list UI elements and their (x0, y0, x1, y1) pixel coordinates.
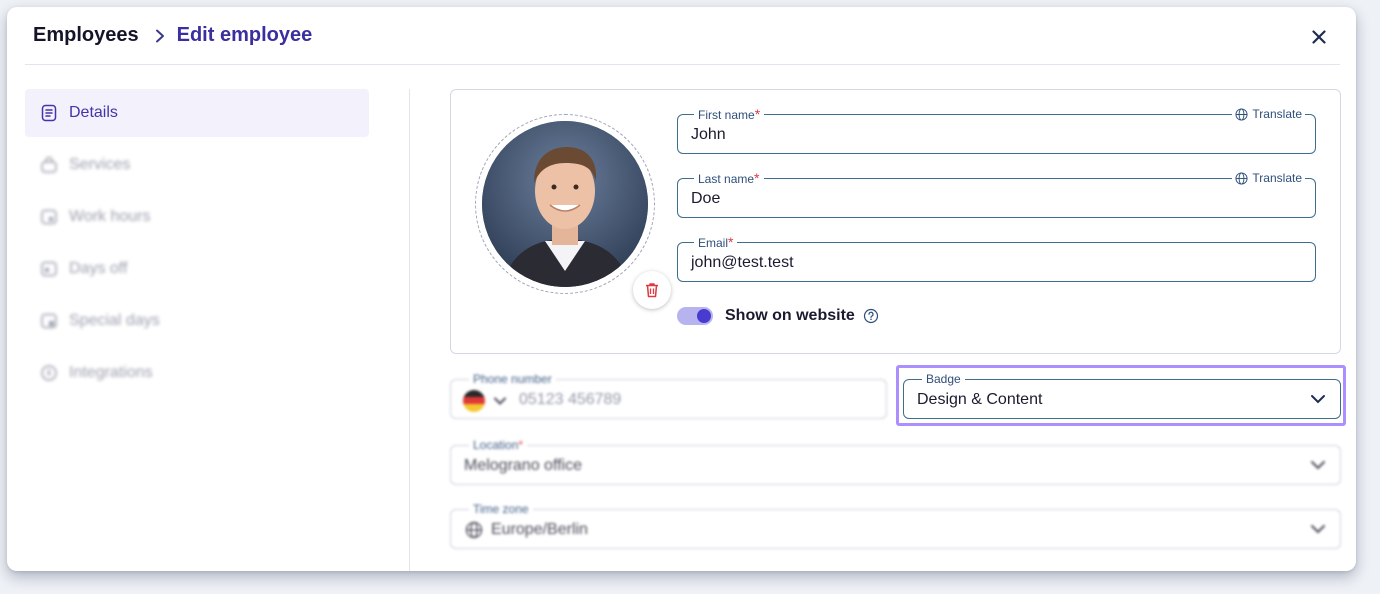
close-icon (1312, 30, 1326, 44)
trash-icon (646, 283, 658, 298)
globe-icon (1235, 107, 1248, 121)
chevron-down-icon (494, 397, 506, 405)
chevron-down-icon (1311, 525, 1325, 534)
sidebar-item-services[interactable]: Services (25, 141, 369, 189)
sidebar-item-days-off[interactable]: Days off (25, 245, 369, 293)
help-icon[interactable] (863, 308, 879, 324)
sidebar-item-label: Integrations (69, 364, 153, 381)
show-on-website-row: Show on website (677, 307, 879, 325)
dialog-header: Employees Edit employee (25, 7, 1340, 65)
email-input[interactable]: john@test.test (691, 254, 794, 272)
sidebar-item-details[interactable]: Details (25, 89, 369, 137)
sidebar: Details Services Work hours Days off Spe… (25, 89, 369, 401)
avatar (482, 121, 648, 287)
sidebar-item-label: Services (69, 156, 131, 173)
breadcrumb-employees[interactable]: Employees (33, 24, 139, 47)
phone-number-label: Phone number (469, 371, 556, 387)
sidebar-divider (409, 89, 410, 571)
last-name-input[interactable]: Doe (691, 190, 720, 208)
globe-icon (465, 521, 483, 539)
breadcrumb-edit-employee: Edit employee (176, 24, 313, 46)
germany-flag-icon (463, 390, 485, 412)
first-name-field[interactable]: First name* Translate John (677, 106, 1316, 154)
document-icon (39, 103, 59, 123)
sidebar-item-label: Special days (69, 312, 160, 329)
country-selector[interactable] (463, 390, 507, 412)
badge-value: Design & Content (917, 391, 1043, 408)
translate-first-name-button[interactable]: Translate (1232, 106, 1305, 122)
translate-label: Translate (1252, 171, 1302, 185)
time-zone-select[interactable]: Time zone Europe/Berlin (450, 501, 1341, 549)
first-name-label: First name (698, 108, 755, 122)
sidebar-item-integrations[interactable]: Integrations (25, 349, 369, 397)
time-zone-value: Europe/Berlin (491, 521, 588, 538)
sidebar-item-work-hours[interactable]: Work hours (25, 193, 369, 241)
sidebar-item-label: Work hours (69, 208, 151, 225)
sidebar-item-label: Days off (69, 260, 128, 277)
time-zone-label: Time zone (469, 501, 533, 517)
phone-number-input[interactable]: 05123 456789 (519, 391, 621, 409)
calendar-icon (39, 259, 59, 279)
location-select[interactable]: Location* Melograno office (450, 437, 1341, 485)
last-name-label: Last name (698, 172, 755, 186)
chevron-down-icon (1311, 395, 1325, 404)
last-name-field[interactable]: Last name* Translate Doe (677, 170, 1316, 218)
plug-icon (39, 363, 59, 383)
close-button[interactable] (1308, 26, 1330, 48)
calendar-icon (39, 311, 59, 331)
email-field[interactable]: Email* john@test.test (677, 234, 1316, 282)
avatar-upload[interactable] (475, 114, 671, 309)
edit-employee-dialog: Employees Edit employee Details Services (7, 7, 1356, 571)
chevron-down-icon (1311, 461, 1325, 470)
show-on-website-toggle[interactable] (677, 307, 713, 325)
sidebar-item-label: Details (69, 104, 118, 121)
badge-label: Badge (922, 371, 965, 387)
location-value: Melograno office (464, 457, 582, 474)
profile-card: First name* Translate John Last name* Tr… (450, 89, 1341, 354)
translate-label: Translate (1252, 107, 1302, 121)
phone-number-field[interactable]: Phone number 05123 456789 (450, 371, 887, 419)
globe-icon (1235, 171, 1248, 185)
translate-last-name-button[interactable]: Translate (1232, 170, 1305, 186)
show-on-website-label: Show on website (725, 307, 855, 324)
email-label: Email (698, 236, 729, 250)
chevron-right-icon (155, 29, 165, 43)
badge-select[interactable]: Badge Design & Content (903, 371, 1341, 419)
calendar-icon (39, 207, 59, 227)
location-label: Location (473, 438, 519, 452)
delete-photo-button[interactable] (633, 271, 671, 309)
first-name-input[interactable]: John (691, 126, 726, 144)
sidebar-item-special-days[interactable]: Special days (25, 297, 369, 345)
bag-icon (39, 155, 59, 175)
